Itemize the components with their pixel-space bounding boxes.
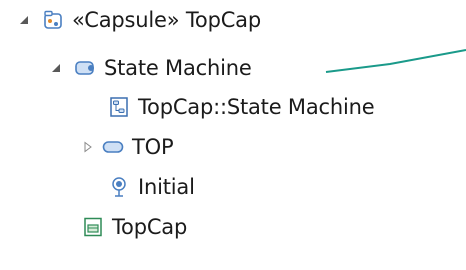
tree-row-state-machine[interactable]: State Machine bbox=[50, 48, 252, 88]
tree-item-label: State Machine bbox=[104, 56, 252, 80]
tree-row-initial[interactable]: Initial bbox=[108, 167, 195, 207]
tree-item-label: TopCap bbox=[112, 215, 188, 239]
state-icon bbox=[102, 136, 124, 158]
tree-row-capsule-topcap[interactable]: «Capsule» TopCap bbox=[18, 0, 261, 40]
tree-row-topcap-diagram[interactable]: TopCap bbox=[82, 207, 187, 247]
expanded-arrow-icon[interactable] bbox=[50, 62, 62, 74]
tree-item-label: TopCap::State Machine bbox=[138, 95, 375, 119]
state-machine-icon bbox=[74, 57, 96, 79]
tree-row-top[interactable]: TOP bbox=[82, 127, 174, 167]
tree-item-label: Initial bbox=[138, 175, 195, 199]
tree-row-state-machine-diagram[interactable]: TopCap::State Machine bbox=[108, 87, 375, 127]
tree-item-label: «Capsule» TopCap bbox=[72, 8, 261, 32]
collapsed-arrow-icon[interactable] bbox=[82, 141, 94, 153]
tree-item-label: TOP bbox=[132, 135, 174, 159]
expanded-arrow-icon[interactable] bbox=[18, 14, 30, 26]
initial-pseudostate-icon bbox=[108, 176, 130, 198]
callout-line bbox=[325, 49, 466, 73]
capsule-icon bbox=[42, 9, 64, 31]
class-diagram-icon bbox=[82, 216, 104, 238]
diagram-icon bbox=[108, 96, 130, 118]
